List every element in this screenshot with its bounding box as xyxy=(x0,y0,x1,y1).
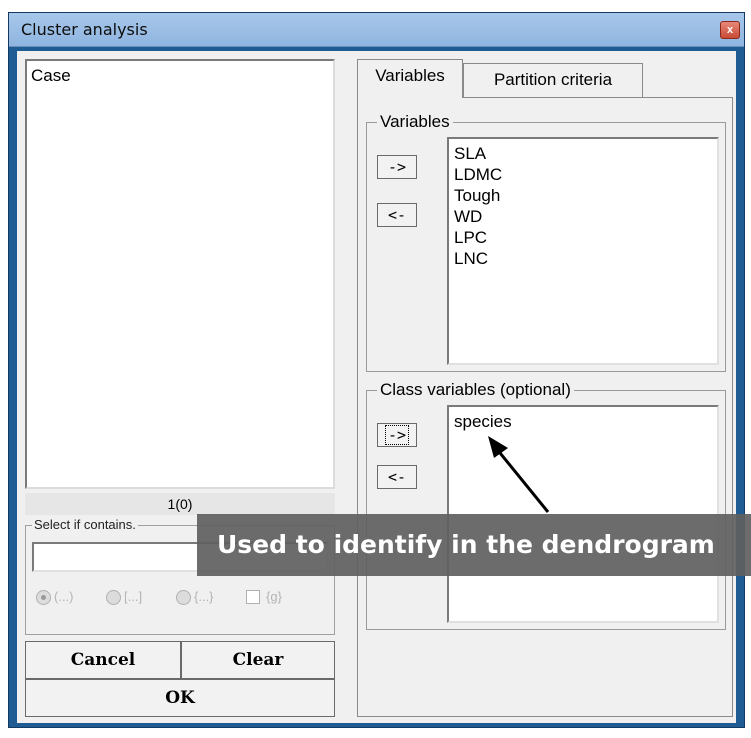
remove-variable-button[interactable]: <- xyxy=(377,203,417,227)
bracket-options-row: (...) [...] {...} {g} xyxy=(30,580,330,620)
select-if-contains-label: Select if contains. xyxy=(32,517,138,532)
radio-parentheses-label: (...) xyxy=(54,589,74,604)
list-item[interactable]: LNC xyxy=(449,248,717,269)
tab-variables[interactable]: Variables xyxy=(357,59,463,98)
radio-curly-brackets[interactable] xyxy=(176,590,191,605)
annotation-arrow-icon xyxy=(488,436,550,513)
arrow-right-icon: -> xyxy=(387,158,407,176)
tab-partition-criteria[interactable]: Partition criteria xyxy=(463,63,643,97)
cancel-button[interactable]: Cancel xyxy=(25,641,181,679)
class-variables-group-label: Class variables (optional) xyxy=(377,380,574,400)
title-bar[interactable]: Cluster analysis x xyxy=(9,13,744,47)
close-button[interactable]: x xyxy=(720,21,740,39)
list-item[interactable]: SLA xyxy=(449,143,717,164)
arrow-left-icon: <- xyxy=(387,468,407,486)
add-variable-button[interactable]: -> xyxy=(377,155,417,179)
radio-square-brackets[interactable] xyxy=(106,590,121,605)
clear-button[interactable]: Clear xyxy=(181,641,335,679)
list-item[interactable]: species xyxy=(449,411,717,432)
radio-curly-brackets-label: {...} xyxy=(194,589,214,604)
arrow-right-icon: -> xyxy=(384,425,410,445)
list-item[interactable]: Tough xyxy=(449,185,717,206)
close-icon: x xyxy=(726,24,734,36)
radio-parentheses[interactable] xyxy=(36,590,51,605)
list-item[interactable]: LPC xyxy=(449,227,717,248)
cluster-analysis-window: Cluster analysis x Case 1(0) Select if c… xyxy=(8,12,745,728)
group-checkbox-label: {g} xyxy=(266,589,282,604)
annotation-callout: Used to identify in the dendrogram xyxy=(197,514,751,576)
variables-listbox[interactable]: SLA LDMC Tough WD LPC LNC xyxy=(447,137,719,365)
variables-tab-panel: Variables -> <- SLA LDMC Tough WD LPC LN… xyxy=(357,97,733,717)
case-list-header[interactable]: Case xyxy=(31,66,71,86)
group-checkbox[interactable] xyxy=(246,590,260,604)
arrow-left-icon: <- xyxy=(387,206,407,224)
radio-square-brackets-label: [...] xyxy=(124,589,143,604)
ok-button[interactable]: OK xyxy=(25,679,335,717)
list-item[interactable]: WD xyxy=(449,206,717,227)
dialog-client-area: Case 1(0) Select if contains. (...) [...… xyxy=(17,51,736,723)
remove-class-variable-button[interactable]: <- xyxy=(377,465,417,489)
variables-group: Variables -> <- SLA LDMC Tough WD LPC LN… xyxy=(366,112,726,372)
window-title: Cluster analysis xyxy=(21,20,148,39)
case-list[interactable]: Case xyxy=(25,59,335,489)
case-count: 1(0) xyxy=(25,493,335,515)
list-item[interactable]: LDMC xyxy=(449,164,717,185)
add-class-variable-button[interactable]: -> xyxy=(377,423,417,447)
variables-group-label: Variables xyxy=(377,112,453,132)
